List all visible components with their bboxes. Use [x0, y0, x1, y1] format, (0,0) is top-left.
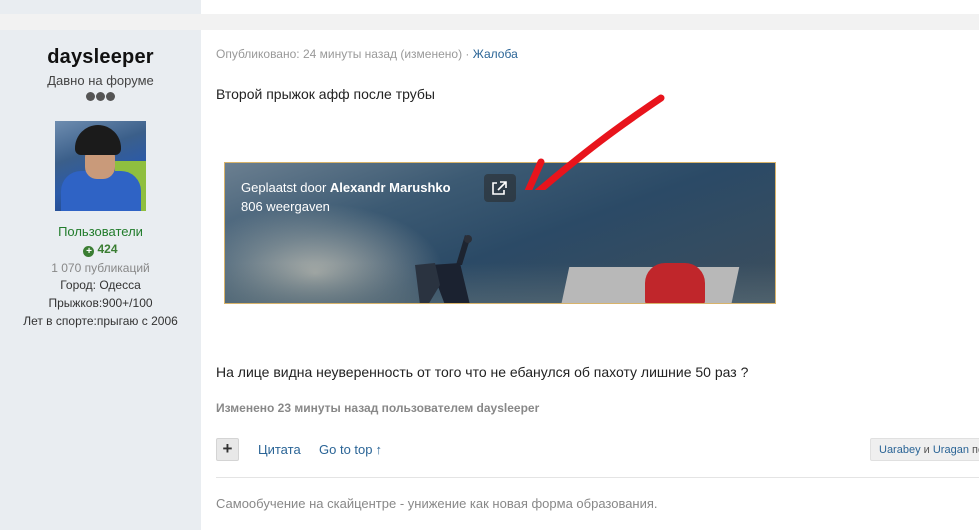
author-name[interactable]: daysleeper — [0, 46, 201, 69]
author-years: Лет в спорте:прыгаю с 2006 — [23, 314, 178, 328]
red-arrow-annotation — [524, 94, 665, 190]
post-text-line-2: На лице видна неуверенность от того что … — [216, 364, 749, 380]
liker-user-2[interactable]: Uragan — [933, 444, 969, 456]
reputation-value: 424 — [97, 242, 118, 256]
video-views: 806 weergaven — [241, 199, 330, 214]
plus-circle-icon: + — [83, 246, 95, 257]
posted-prefix: Geplaatst door — [241, 180, 327, 195]
post-text-line-1: Второй прыжок афф после трубы — [216, 86, 435, 102]
post-content: Опубликовано: 24 минуты назад (изменено)… — [201, 30, 979, 530]
post-meta: Опубликовано: 24 минуты назад (изменено)… — [216, 47, 518, 61]
author-panel: daysleeper Давно на форуме Пользователи … — [0, 30, 201, 530]
author-jumps: Прыжков:900+/100 — [48, 296, 153, 310]
reactions-summary[interactable]: Uarabey и Uragan по — [870, 438, 979, 461]
report-link[interactable]: Жалоба — [473, 47, 518, 61]
signature: Самообучение на скайцентре - унижение ка… — [216, 496, 658, 511]
likes-and: и — [923, 444, 930, 456]
skydiver-image — [415, 235, 472, 303]
second-skydiver-image — [645, 263, 705, 303]
author-title: Давно на форуме — [47, 73, 154, 88]
quote-button[interactable]: Цитата — [258, 442, 301, 457]
author-group: Пользователи — [58, 224, 143, 239]
arrow-up-icon: ↑ — [375, 442, 382, 457]
edited-note: Изменено 23 минуты назад пользователем d… — [216, 401, 540, 415]
likes-suffix: по — [972, 444, 979, 456]
reputation-badge: +424 — [0, 242, 201, 257]
liker-user-1[interactable]: Uarabey — [879, 444, 921, 456]
multiquote-button[interactable]: + — [216, 438, 239, 461]
previous-post-strip — [0, 0, 979, 30]
signature-divider — [216, 477, 979, 478]
author-city: Город: Одесса — [60, 278, 141, 292]
avatar[interactable] — [55, 121, 146, 211]
rank-dots-icon — [0, 92, 201, 104]
go-to-top-link[interactable]: Go to top ↑ — [319, 442, 382, 457]
posts-count: 1 070 публикаций — [51, 261, 150, 275]
published-time[interactable]: Опубликовано: 24 минуты назад (изменено) — [216, 47, 462, 61]
video-posted-by: Geplaatst door Alexandr Marushko — [241, 180, 451, 195]
go-to-top-label: Go to top — [319, 442, 373, 457]
previous-post-content — [201, 0, 979, 14]
meta-separator: · — [465, 47, 470, 61]
posted-author[interactable]: Alexandr Marushko — [330, 180, 451, 195]
previous-post-author-column — [0, 0, 201, 14]
